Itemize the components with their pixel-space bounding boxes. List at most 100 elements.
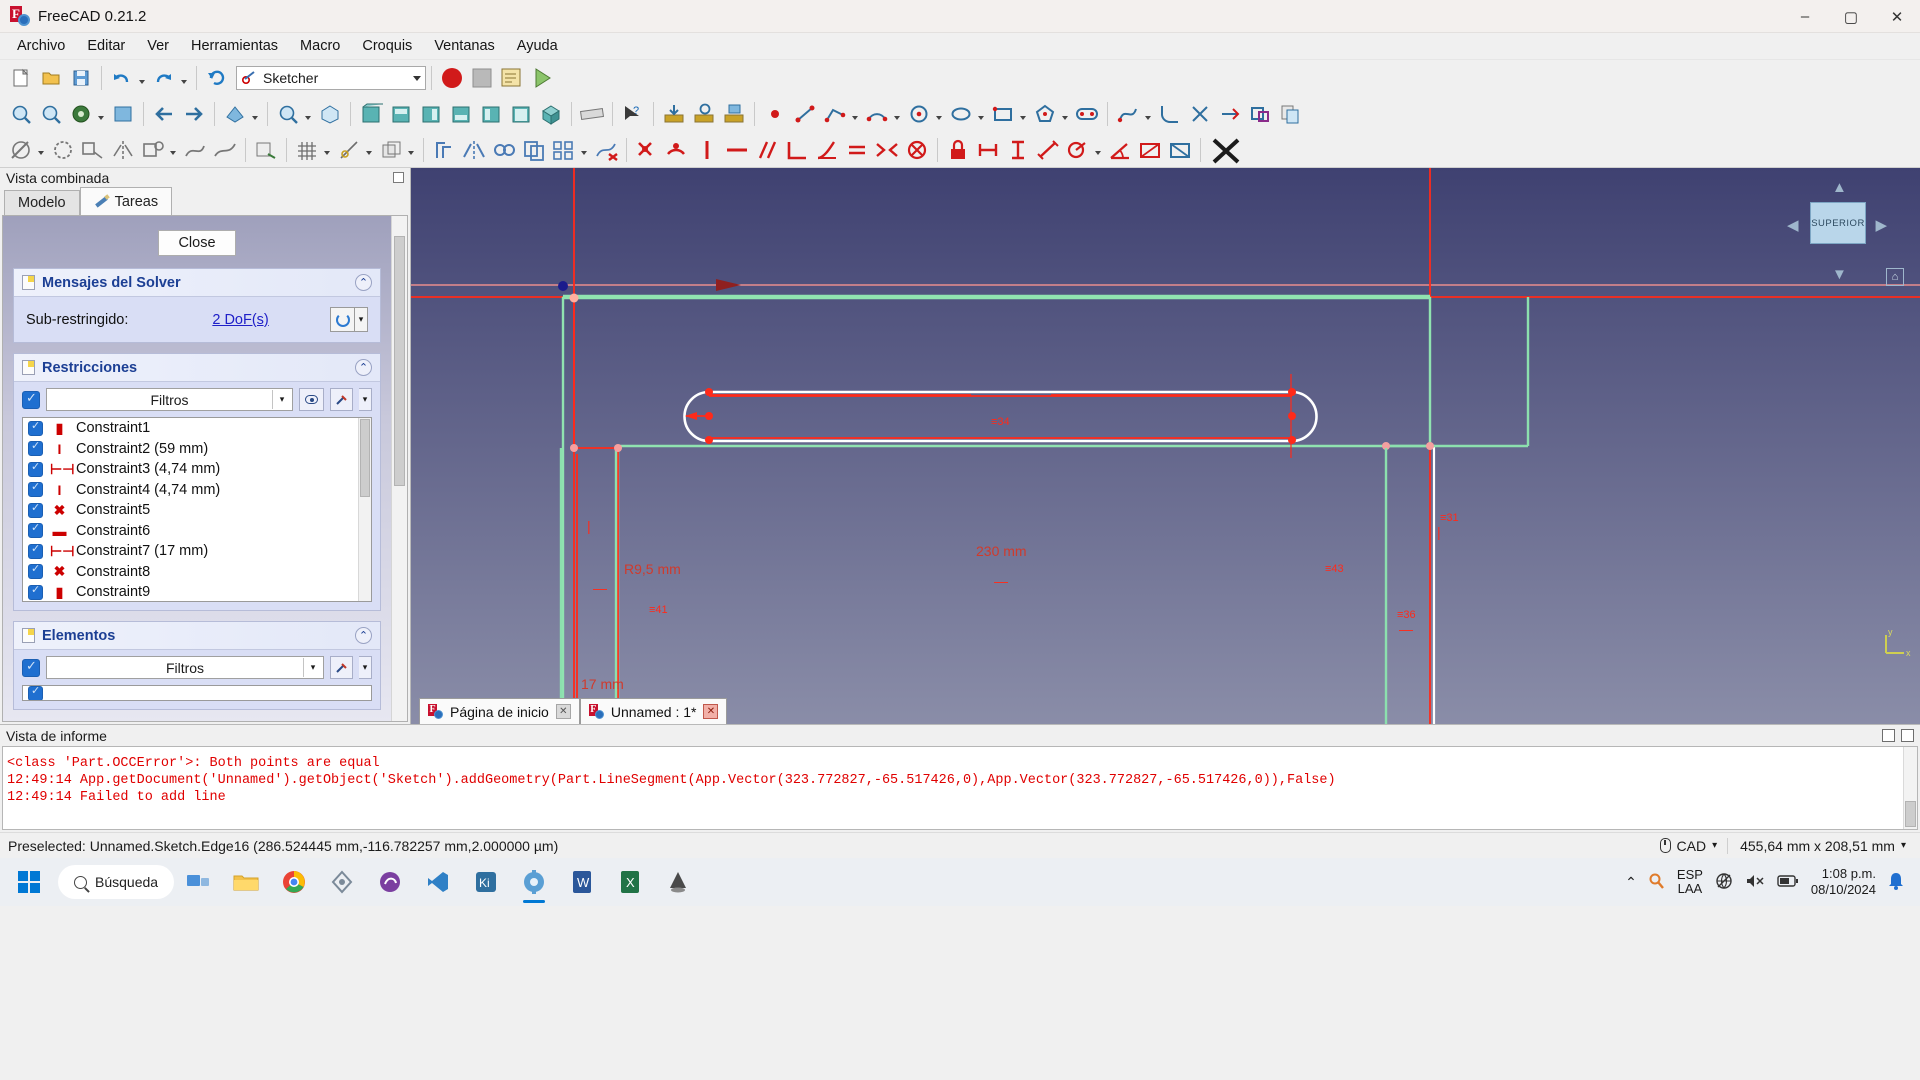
rectangle-dropdown[interactable]	[1018, 99, 1030, 129]
menu-archivo[interactable]: Archivo	[6, 34, 76, 58]
macro-edit-button[interactable]	[497, 63, 527, 93]
taskbar-file-explorer[interactable]	[224, 860, 268, 904]
array-dropdown[interactable]	[579, 135, 591, 165]
tray-chevron-icon[interactable]: ⌃	[1625, 874, 1637, 891]
symmetry-icon[interactable]	[459, 135, 489, 165]
delete-constraint-icon[interactable]	[1206, 135, 1246, 165]
tray-notifications-icon[interactable]	[1888, 872, 1904, 893]
refresh-solver-button[interactable]	[330, 307, 355, 332]
constrain-horizontal-icon[interactable]	[722, 135, 752, 165]
taskbar-task-view[interactable]	[176, 860, 220, 904]
constraints-select-all-checkbox[interactable]	[22, 390, 40, 409]
create-polygon-icon[interactable]	[1030, 99, 1060, 129]
item-checkbox[interactable]	[28, 583, 43, 600]
extend-edge-icon[interactable]	[1215, 99, 1245, 129]
constrain-vertical-icon[interactable]	[692, 135, 722, 165]
menu-macro[interactable]: Macro	[289, 34, 351, 58]
toggle-snap-icon[interactable]	[334, 135, 364, 165]
constraints-panel-header[interactable]: Restricciones ⌃	[14, 354, 380, 382]
item-checkbox[interactable]	[28, 501, 43, 518]
scrollbar-thumb[interactable]	[394, 236, 405, 486]
menu-ventanas[interactable]: Ventanas	[423, 34, 505, 58]
constrain-point-on-object-icon[interactable]	[662, 135, 692, 165]
measure-icon[interactable]	[577, 99, 607, 129]
dof-link[interactable]: 2 DoF(s)	[212, 312, 268, 328]
undock-icon[interactable]	[1882, 729, 1895, 742]
constrain-parallel-icon[interactable]	[752, 135, 782, 165]
rectangular-array-icon[interactable]	[549, 135, 579, 165]
tray-volume-muted-icon[interactable]	[1745, 873, 1765, 892]
elements-list[interactable]	[22, 685, 372, 701]
list-item[interactable]: ▮ Constraint1	[23, 418, 371, 439]
sketch-edit-dropdown[interactable]	[36, 135, 48, 165]
menu-ver[interactable]: Ver	[136, 34, 180, 58]
settings-dropdown[interactable]: ▾	[359, 388, 372, 411]
navcube-face-label[interactable]: SUPERIOR	[1810, 202, 1866, 244]
report-log[interactable]: <class 'Part.OCCError'>: Both points are…	[2, 746, 1918, 830]
taskbar-kicad[interactable]: Ki	[464, 860, 508, 904]
mirror-sketch-icon[interactable]	[108, 135, 138, 165]
list-item[interactable]: I Constraint2 (59 mm)	[23, 439, 371, 460]
refresh-dropdown[interactable]: ▾	[355, 307, 368, 332]
redo-dropdown[interactable]	[179, 63, 191, 93]
isometric-view-icon[interactable]	[536, 99, 566, 129]
item-checkbox[interactable]	[28, 686, 43, 700]
item-checkbox[interactable]	[28, 419, 43, 436]
dimension-readout[interactable]: 455,64 mm x 208,51 mm ▾	[1727, 837, 1912, 854]
create-slot-icon[interactable]	[1072, 99, 1102, 129]
settings-wrench-icon[interactable]	[330, 656, 353, 679]
create-circle-icon[interactable]	[904, 99, 934, 129]
view-section-icon[interactable]	[251, 135, 281, 165]
report-scrollbar[interactable]	[1903, 747, 1917, 829]
undo-button[interactable]	[107, 63, 137, 93]
item-checkbox[interactable]	[28, 460, 43, 477]
elements-select-all-checkbox[interactable]	[22, 658, 40, 677]
fit-selection-icon[interactable]	[36, 99, 66, 129]
item-checkbox[interactable]	[28, 480, 43, 498]
constrain-tangent-icon[interactable]	[812, 135, 842, 165]
workbench-selector[interactable]: Sketcher	[236, 66, 426, 90]
whats-this-icon[interactable]: ?	[618, 99, 648, 129]
conic-dropdown[interactable]	[976, 99, 988, 129]
undo-dropdown[interactable]	[137, 63, 149, 93]
taskbar-freecad[interactable]	[512, 860, 556, 904]
validate-sketch-icon[interactable]	[48, 135, 78, 165]
menu-ayuda[interactable]: Ayuda	[506, 34, 569, 58]
toggle-grid-icon[interactable]	[292, 135, 322, 165]
menu-croquis[interactable]: Croquis	[351, 34, 423, 58]
close-icon[interactable]: ✕	[703, 704, 719, 719]
axonometric-view-icon[interactable]	[315, 99, 345, 129]
forward-arrow-icon[interactable]	[179, 99, 209, 129]
carbon-copy-icon[interactable]	[1275, 99, 1305, 129]
rendering-order-icon[interactable]	[376, 135, 406, 165]
constraints-scrollbar[interactable]	[358, 418, 371, 601]
draw-style-dropdown[interactable]	[96, 99, 108, 129]
horizontal-constraint-mark[interactable]: —	[593, 580, 607, 596]
scene-inspector-icon[interactable]	[719, 99, 749, 129]
snap-dropdown[interactable]	[364, 135, 376, 165]
list-item[interactable]: ▬ Constraint6	[23, 521, 371, 542]
list-item[interactable]: ✖ Constraint5	[23, 500, 371, 521]
create-bspline-icon[interactable]	[1113, 99, 1143, 129]
vertical-constraint-mark[interactable]: |	[587, 518, 591, 534]
macro-execute-button[interactable]	[527, 63, 557, 93]
equality-mark[interactable]: ≡41	[649, 604, 668, 616]
constrain-angle-icon[interactable]	[1105, 135, 1135, 165]
equality-mark[interactable]: ≡34	[991, 416, 1010, 428]
grid-dropdown[interactable]	[322, 135, 334, 165]
item-checkbox[interactable]	[28, 542, 43, 559]
taskbar-vscode[interactable]	[416, 860, 460, 904]
tray-network-icon[interactable]	[1715, 872, 1733, 893]
tray-battery-icon[interactable]	[1777, 874, 1799, 891]
taskbar-excel[interactable]: X	[608, 860, 652, 904]
create-line-icon[interactable]	[790, 99, 820, 129]
create-conic-icon[interactable]	[946, 99, 976, 129]
redo-button[interactable]	[149, 63, 179, 93]
start-button[interactable]	[6, 862, 52, 902]
export-icon[interactable]	[659, 99, 689, 129]
reorient-dropdown[interactable]	[168, 135, 180, 165]
copy-icon[interactable]	[519, 135, 549, 165]
radius-dimension-label[interactable]: R9,5 mm	[624, 561, 681, 577]
vertical-constraint-mark[interactable]: |	[1437, 524, 1441, 540]
taskbar-inkscape[interactable]	[656, 860, 700, 904]
